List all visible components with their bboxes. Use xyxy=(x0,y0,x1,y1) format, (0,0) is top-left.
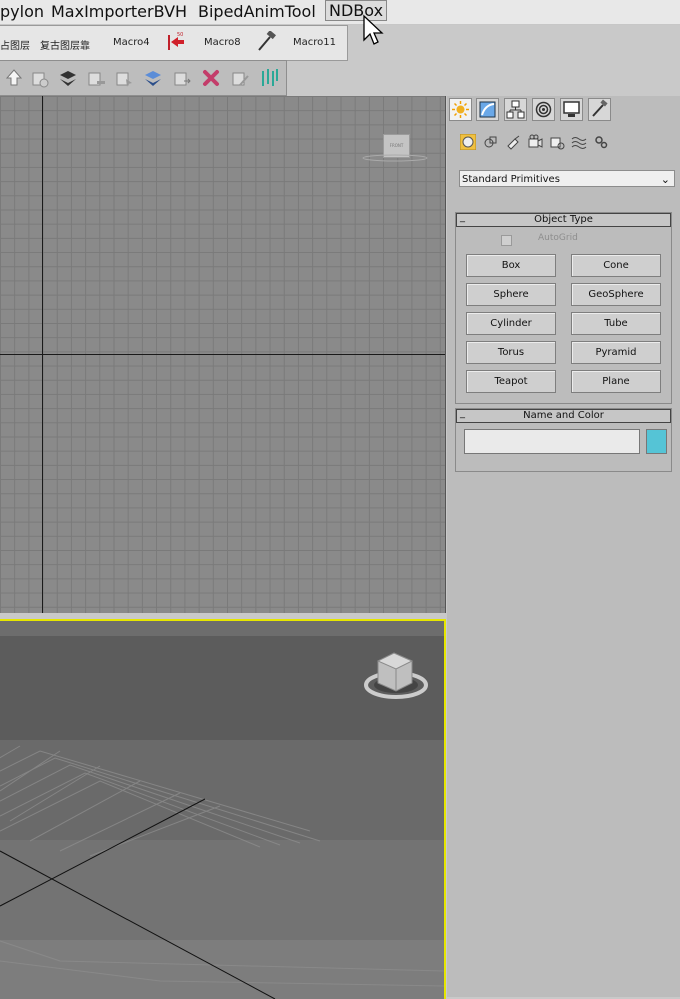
autogrid-checkbox[interactable] xyxy=(501,235,512,246)
cone-button[interactable]: Cone xyxy=(571,254,661,277)
tube-button[interactable]: Tube xyxy=(571,312,661,335)
geometry-icon[interactable] xyxy=(460,134,476,150)
layer-toolbar xyxy=(0,60,287,96)
modify-icon xyxy=(479,101,496,118)
hierarchy-tab[interactable] xyxy=(504,98,527,121)
create-icon xyxy=(452,101,469,118)
layers-icon[interactable] xyxy=(58,67,78,89)
menu-item-bipedanimtool[interactable]: BipedAnimTool xyxy=(198,2,316,21)
delete-icon[interactable] xyxy=(201,67,221,89)
modify-tab[interactable] xyxy=(476,98,499,121)
shapes-icon[interactable] xyxy=(483,134,499,150)
autogrid-label: AutoGrid xyxy=(538,233,578,243)
layer-remove-icon[interactable] xyxy=(86,67,106,89)
macro-toolbar: 占图层 复古图层靠 Macro4 50 Macro8 Macro11 xyxy=(0,25,348,61)
menu-bar: pylon MaxImporterBVH BipedAnimTool NDBox xyxy=(0,0,680,25)
macro-button-restore-layer[interactable]: 复古图层靠 xyxy=(40,37,90,52)
red-arrow-icon[interactable]: 50 xyxy=(166,31,186,53)
object-type-title: Object Type xyxy=(534,214,593,225)
collapse-icon: _ xyxy=(460,212,465,223)
motion-tab[interactable] xyxy=(532,98,555,121)
object-type-rollout-header[interactable]: _ Object Type xyxy=(456,212,671,227)
layers-blue-icon[interactable] xyxy=(143,67,163,89)
cameras-icon[interactable] xyxy=(527,134,543,150)
viewcube-ring xyxy=(362,154,428,162)
collapse-icon: _ xyxy=(460,408,465,419)
layer-add-icon[interactable] xyxy=(30,67,50,89)
spacewarps-icon[interactable] xyxy=(571,134,587,150)
torus-button[interactable]: Torus xyxy=(466,341,556,364)
lights-icon[interactable] xyxy=(505,134,521,150)
columns-icon[interactable] xyxy=(259,67,279,89)
layer-select-icon[interactable] xyxy=(114,67,134,89)
command-panel-tabs xyxy=(449,98,611,121)
name-and-color-rollout: _ Name and Color xyxy=(455,408,672,472)
command-panel: Standard Primitives ⌄ _ Object Type Auto… xyxy=(447,96,680,997)
helpers-icon[interactable] xyxy=(549,134,565,150)
menu-item-pylon[interactable]: pylon xyxy=(0,2,44,21)
hammer-icon[interactable] xyxy=(256,31,276,53)
object-type-rollout: _ Object Type AutoGrid Box Cone Sphere G… xyxy=(455,212,672,404)
systems-icon[interactable] xyxy=(593,134,609,150)
macro-button-macro4[interactable]: Macro4 xyxy=(113,37,150,48)
motion-icon xyxy=(535,101,552,118)
display-icon xyxy=(563,101,580,117)
name-and-color-rollout-header[interactable]: _ Name and Color xyxy=(456,408,671,423)
viewport-front[interactable] xyxy=(0,96,446,613)
menu-item-maximporterbvh[interactable]: MaxImporterBVH xyxy=(51,2,187,21)
object-color-swatch[interactable] xyxy=(646,429,667,454)
dropdown-value: Standard Primitives xyxy=(462,174,560,185)
object-name-input[interactable] xyxy=(464,429,640,454)
utilities-icon xyxy=(592,99,608,117)
layer-edit-icon[interactable] xyxy=(230,67,250,89)
geosphere-button[interactable]: GeoSphere xyxy=(571,283,661,306)
chevron-down-icon: ⌄ xyxy=(660,173,670,186)
viewport-perspective[interactable] xyxy=(0,619,446,999)
utilities-tab[interactable] xyxy=(588,98,611,121)
plane-button[interactable]: Plane xyxy=(571,370,661,393)
sphere-button[interactable]: Sphere xyxy=(466,283,556,306)
box-button[interactable]: Box xyxy=(466,254,556,277)
layer-up-icon[interactable] xyxy=(4,67,24,89)
macro-button-macro8[interactable]: Macro8 xyxy=(204,37,241,48)
macro-button-layer[interactable]: 占图层 xyxy=(0,37,30,52)
pyramid-button[interactable]: Pyramid xyxy=(571,341,661,364)
perspective-scene xyxy=(0,621,444,999)
macro-button-macro11[interactable]: Macro11 xyxy=(293,37,336,48)
display-tab[interactable] xyxy=(560,98,583,121)
object-category-dropdown[interactable]: Standard Primitives ⌄ xyxy=(459,170,675,187)
cylinder-button[interactable]: Cylinder xyxy=(466,312,556,335)
hierarchy-icon xyxy=(506,100,525,119)
layer-move-icon[interactable] xyxy=(172,67,192,89)
teapot-button[interactable]: Teapot xyxy=(466,370,556,393)
name-and-color-title: Name and Color xyxy=(523,410,604,421)
mouse-cursor-icon xyxy=(363,14,384,45)
grid-axis-horizontal xyxy=(0,354,445,355)
svg-text:50: 50 xyxy=(177,32,183,38)
create-tab[interactable] xyxy=(449,98,472,121)
